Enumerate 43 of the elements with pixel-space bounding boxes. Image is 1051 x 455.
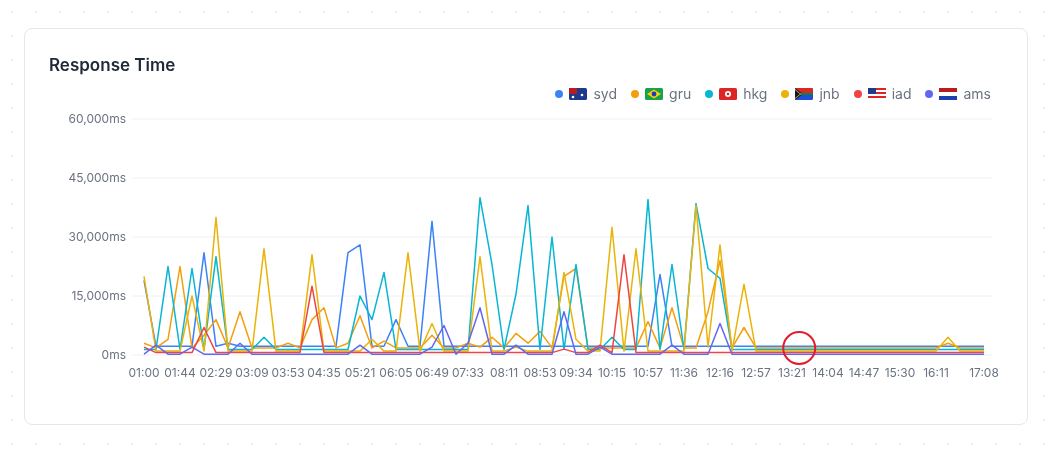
axis-label: 09:34	[559, 365, 593, 380]
flag-icon	[795, 88, 814, 100]
axis-label: 08:11	[489, 365, 519, 380]
axis-label: 01:44	[164, 365, 196, 380]
axis-label: 13:21	[778, 365, 806, 380]
flag-icon	[719, 88, 738, 100]
axis-label: 14:04	[812, 365, 844, 380]
axis-label: 07:33	[452, 365, 484, 380]
flag-icon	[939, 88, 958, 100]
axis-label: 04:35	[307, 365, 341, 380]
axis-label: 10:15	[597, 365, 627, 380]
axis-label: 02:29	[199, 365, 233, 380]
axis-label: 12:57	[741, 365, 771, 380]
axis-label: 14:47	[848, 365, 880, 380]
axis-label: 60,000ms	[68, 111, 126, 126]
axis-label: 03:09	[235, 365, 269, 380]
axis-label: 16:11	[923, 365, 949, 380]
axis-label: 01:00	[128, 365, 160, 380]
axis-label: 10:57	[633, 365, 663, 380]
legend-label: syd	[593, 87, 618, 101]
axis-label: 17:08	[969, 365, 999, 380]
axis-label: 12:16	[706, 365, 734, 380]
flag-icon	[867, 88, 886, 100]
axis-label: 30,000ms	[68, 229, 126, 244]
axis-label: 08:53	[523, 365, 557, 380]
axis-label: 05:21	[344, 365, 376, 380]
flag-icon	[645, 88, 664, 100]
axis-label: 06:05	[379, 365, 413, 380]
flag-icon	[569, 88, 588, 100]
axis-label: 03:53	[271, 365, 305, 380]
axis-label: 15,000ms	[71, 288, 126, 303]
legend-label: iad	[891, 87, 912, 101]
legend-label: jnb	[819, 87, 840, 101]
axis-label: 06:49	[415, 365, 449, 380]
legend-label: gru	[669, 87, 692, 101]
axis-label: 45,000ms	[68, 170, 126, 185]
axis-label: 11:36	[669, 365, 699, 380]
axis-label: 15:30	[884, 365, 916, 380]
axis-label: 0ms	[101, 347, 126, 362]
legend-label: hkg	[743, 87, 768, 101]
legend-label: ams	[963, 87, 991, 101]
highlight-circle	[782, 331, 817, 365]
chart-title: Response Time	[49, 57, 176, 74]
